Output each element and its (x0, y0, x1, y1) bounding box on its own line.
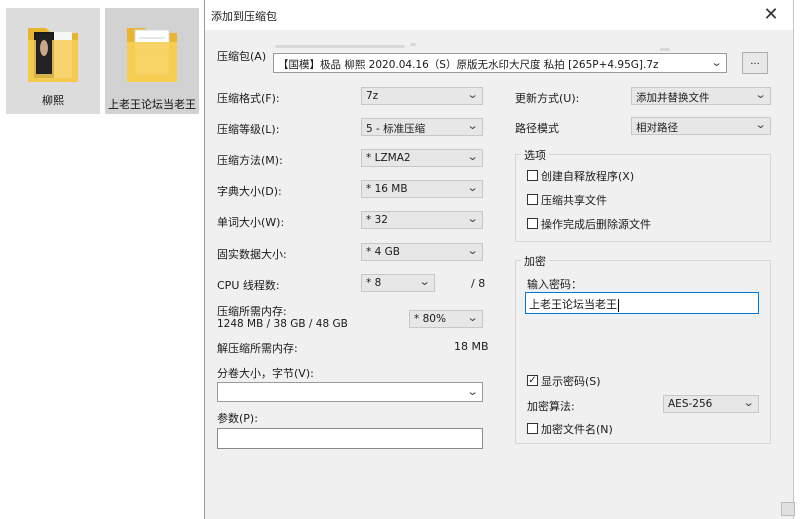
encrypt-method-label: 加密算法: (527, 400, 575, 413)
show-password-label[interactable]: 显示密码(S) (541, 373, 601, 389)
format-label: 压缩格式(F): (217, 92, 280, 105)
encrypt-method-value: AES-256 (668, 398, 713, 410)
folder-icon (127, 28, 177, 82)
check-icon: ✓ (528, 375, 537, 386)
chevron-down-icon: ⌄ (466, 385, 479, 398)
word-label: 单词大小(W): (217, 216, 285, 229)
chevron-down-icon: ⌄ (754, 118, 767, 131)
path-mode-value: 相对路径 (636, 122, 678, 134)
chevron-down-icon: ⌄ (466, 244, 479, 257)
volume-combo[interactable]: ⌄ (217, 382, 483, 402)
archive-path-combo[interactable]: 【国模】极品 柳熙 2020.04.16（S）原版无水印大尺度 私拍 [265P… (273, 53, 727, 73)
chevron-down-icon: ⌄ (466, 150, 479, 163)
chevron-down-icon: ⌄ (466, 212, 479, 225)
cpu-value: * 8 (366, 277, 382, 289)
dict-value: * 16 MB (366, 183, 408, 195)
solid-label: 固实数据大小: (217, 248, 287, 261)
folder-icon (28, 28, 78, 82)
mem-decompress-label: 解压缩所需内存: (217, 342, 298, 355)
path-mode-label: 路径模式 (515, 122, 559, 135)
text-cursor (618, 298, 619, 312)
password-input[interactable]: 上老王论坛当老王 (525, 292, 759, 314)
encrypt-method-select[interactable]: AES-256 ⌄ (663, 395, 759, 413)
sfx-label[interactable]: 创建自释放程序(X) (541, 168, 634, 184)
update-label: 更新方式(U): (515, 92, 580, 105)
solid-value: * 4 GB (366, 246, 400, 258)
volume-label: 分卷大小，字节(V): (217, 367, 314, 380)
chevron-down-icon: ⌄ (754, 88, 767, 101)
mem-percent-select[interactable]: * 80% ⌄ (409, 310, 483, 328)
chevron-down-icon: ⌄ (466, 311, 479, 324)
dialog-title: 添加到压缩包 (211, 10, 277, 23)
desktop-folder-liuxi[interactable]: 柳熙 (6, 8, 100, 114)
options-title: 选项 (521, 147, 549, 163)
chevron-down-icon: ⌄ (466, 88, 479, 101)
encrypt-names-label[interactable]: 加密文件名(N) (541, 421, 613, 437)
dict-label: 字典大小(D): (217, 185, 282, 198)
chevron-down-icon: ⌄ (418, 275, 431, 288)
shared-files-label[interactable]: 压缩共享文件 (541, 192, 607, 208)
obscured-path-text (410, 43, 416, 46)
chevron-down-icon: ⌄ (466, 119, 479, 132)
shared-files-checkbox[interactable] (527, 194, 538, 205)
params-label: 参数(P): (217, 412, 258, 425)
mem-compress-label: 压缩所需内存: (217, 305, 287, 318)
add-to-archive-dialog: 添加到压缩包 ✕ 压缩包(A) 【国模】极品 柳熙 2020.04.16（S）原… (204, 0, 794, 519)
level-value: 5 - 标准压缩 (366, 123, 426, 135)
method-select[interactable]: * LZMA2 ⌄ (361, 149, 483, 167)
chevron-down-icon: ⌄ (742, 396, 755, 409)
delete-after-checkbox[interactable] (527, 218, 538, 229)
dialog-titlebar[interactable]: 添加到压缩包 ✕ (205, 0, 793, 30)
chevron-down-icon: ⌄ (710, 56, 723, 69)
cpu-max: / 8 (471, 277, 486, 290)
word-select[interactable]: * 32 ⌄ (361, 211, 483, 229)
desktop-folder-label: 上老王论坛当老王 (108, 98, 196, 111)
password-value: 上老王论坛当老王 (529, 298, 619, 312)
sfx-checkbox[interactable] (527, 170, 538, 181)
archive-path-value: 【国模】极品 柳熙 2020.04.16（S）原版无水印大尺度 私拍 [265P… (278, 59, 659, 71)
cpu-label: CPU 线程数: (217, 279, 280, 292)
chevron-down-icon: ⌄ (466, 181, 479, 194)
desktop-folder-label: 柳熙 (42, 94, 64, 107)
password-label: 输入密码： (527, 278, 582, 291)
dict-select[interactable]: * 16 MB ⌄ (361, 180, 483, 198)
mem-compress-value: 1248 MB / 38 GB / 48 GB (217, 318, 348, 330)
encryption-title: 加密 (521, 253, 549, 269)
level-label: 压缩等级(L): (217, 123, 280, 136)
format-select[interactable]: 7z ⌄ (361, 87, 483, 105)
update-select[interactable]: 添加并替换文件 ⌄ (631, 87, 771, 105)
encrypt-names-checkbox[interactable] (527, 423, 538, 434)
browse-button[interactable]: ... (742, 52, 768, 74)
mem-percent-value: * 80% (414, 313, 446, 325)
cpu-select[interactable]: * 8 ⌄ (361, 274, 435, 292)
desktop-folder-laowang[interactable]: 上老王论坛当老王 (105, 8, 199, 114)
params-input[interactable] (217, 428, 483, 449)
mem-decompress-value: 18 MB (454, 340, 489, 353)
path-mode-select[interactable]: 相对路径 ⌄ (631, 117, 771, 135)
level-select[interactable]: 5 - 标准压缩 ⌄ (361, 118, 483, 136)
update-value: 添加并替换文件 (636, 92, 710, 104)
solid-select[interactable]: * 4 GB ⌄ (361, 243, 483, 261)
resize-grip[interactable] (781, 502, 795, 516)
format-value: 7z (366, 90, 379, 102)
archive-label: 压缩包(A) (217, 50, 267, 63)
word-value: * 32 (366, 214, 388, 226)
method-value: * LZMA2 (366, 152, 411, 164)
method-label: 压缩方法(M): (217, 154, 283, 167)
obscured-path-text (275, 45, 405, 48)
show-password-checkbox[interactable]: ✓ (527, 375, 538, 386)
close-icon[interactable]: ✕ (757, 3, 785, 27)
obscured-path-text (660, 48, 670, 51)
delete-after-label[interactable]: 操作完成后删除源文件 (541, 216, 651, 232)
